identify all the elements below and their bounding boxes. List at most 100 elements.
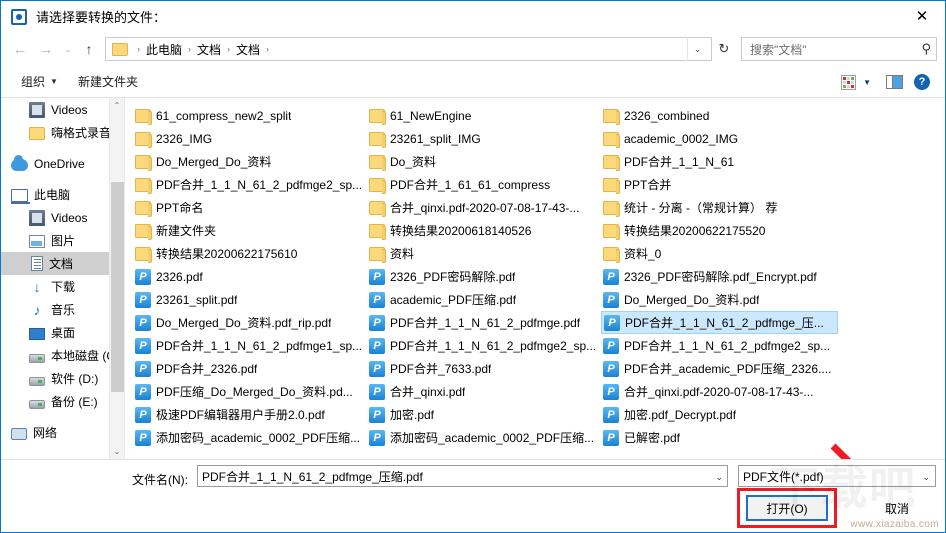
file-row[interactable]: PPT合并 — [599, 173, 844, 196]
breadcrumb-item-0[interactable]: 此电脑 — [146, 41, 182, 58]
file-row[interactable]: PDF合并_1_61_61_compress — [365, 173, 599, 196]
file-row[interactable]: 2326_combined — [599, 104, 844, 127]
file-row[interactable]: PPT命名 — [131, 196, 365, 219]
file-row[interactable]: academic_0002_IMG — [599, 127, 844, 150]
file-row[interactable]: 合并_qinxi.pdf-2020-07-08-17-43-... — [365, 196, 599, 219]
cancel-button[interactable]: 取消 — [856, 495, 938, 521]
refresh-icon[interactable]: ↻ — [712, 37, 736, 61]
file-row[interactable]: P 合并_qinxi.pdf-2020-07-08-17-43-... — [599, 380, 844, 403]
breadcrumb-separator: › — [137, 44, 140, 54]
chevron-down-icon[interactable]: ⌄ — [922, 466, 930, 488]
up-button[interactable]: ↑ — [77, 36, 101, 62]
file-row[interactable]: P 添加密码_academic_0002_PDF压缩... — [365, 426, 599, 449]
sidebar-item-6[interactable]: 文档 — [1, 252, 124, 275]
filetype-select[interactable]: PDF文件(*.pdf) ⌄ — [738, 465, 936, 487]
scrollbar-thumb[interactable] — [111, 182, 124, 392]
new-folder-button[interactable]: 新建文件夹 — [72, 70, 144, 93]
folder-icon — [603, 131, 620, 148]
file-row[interactable]: P 2326.pdf — [131, 265, 365, 288]
sidebar-item-3[interactable]: 此电脑 — [1, 183, 124, 206]
scroll-up-icon[interactable]: ⌃ — [110, 98, 124, 113]
file-name: 转换结果20200618140526 — [390, 224, 532, 238]
file-row[interactable]: P 添加密码_academic_0002_PDF压缩... — [131, 426, 365, 449]
sidebar-item-7[interactable]: ↓ 下载 — [1, 275, 124, 298]
sidebar-item-2[interactable]: OneDrive — [1, 152, 124, 175]
search-icon: ⚲ — [921, 41, 931, 56]
file-row[interactable]: 61_compress_new2_split — [131, 104, 365, 127]
file-name: 统计 - 分离 -（常规计算） 荐 — [624, 201, 778, 215]
chevron-down-icon[interactable]: ⌄ — [687, 37, 707, 61]
file-row[interactable]: 资料_0 — [599, 242, 844, 265]
sidebar-item-label: OneDrive — [34, 156, 85, 171]
file-row[interactable]: P 已解密.pdf — [599, 426, 844, 449]
filename-input[interactable]: PDF合并_1_1_N_61_2_pdfmge_压缩.pdf ⌄ — [197, 465, 728, 487]
file-list-pane[interactable]: 61_compress_new2_split 2326_IMG Do_Merged_… — [125, 98, 945, 459]
file-row[interactable]: P PDF合并_1_1_N_61_2_pdfmge1_sp... — [131, 334, 365, 357]
breadcrumb-item-2[interactable]: 文档 — [236, 41, 260, 58]
back-button[interactable]: ← — [7, 36, 33, 62]
file-row[interactable]: P 合并_qinxi.pdf — [365, 380, 599, 403]
chevron-down-icon[interactable]: ⌄ — [715, 466, 723, 488]
sidebar-item-8[interactable]: ♪ 音乐 — [1, 298, 124, 321]
open-button[interactable]: 打开(O) — [746, 495, 828, 521]
file-row[interactable]: 转换结果20200618140526 — [365, 219, 599, 242]
sidebar-item-0[interactable]: Videos — [1, 98, 124, 121]
close-icon[interactable]: ✕ — [899, 1, 945, 31]
file-row[interactable]: P PDF合并_2326.pdf — [131, 357, 365, 380]
file-row[interactable]: 23261_split_IMG — [365, 127, 599, 150]
file-name: 2326_PDF密码解除.pdf_Encrypt.pdf — [624, 270, 817, 284]
file-row[interactable]: P 2326_PDF密码解除.pdf — [365, 265, 599, 288]
sidebar-item-9[interactable]: 桌面 — [1, 321, 124, 344]
file-row[interactable]: P PDF合并_1_1_N_61_2_pdfmge.pdf — [365, 311, 599, 334]
preview-pane-icon[interactable] — [881, 70, 907, 94]
sidebar-item-12[interactable]: 备份 (E:) — [1, 390, 124, 413]
sidebar-item-4[interactable]: Videos — [1, 206, 124, 229]
file-row[interactable]: P 加密.pdf_Decrypt.pdf — [599, 403, 844, 426]
file-row[interactable]: P 加密.pdf — [365, 403, 599, 426]
file-name: 2326.pdf — [156, 269, 203, 284]
sidebar-item-5[interactable]: 图片 — [1, 229, 124, 252]
file-row[interactable]: P 极速PDF编辑器用户手册2.0.pdf — [131, 403, 365, 426]
scroll-down-icon[interactable]: ⌄ — [110, 444, 124, 459]
help-icon[interactable]: ? — [909, 70, 935, 94]
file-row[interactable]: PDF合并_1_1_N_61_2_pdfmge2_sp... — [131, 173, 365, 196]
file-row[interactable]: 61_NewEngine — [365, 104, 599, 127]
breadcrumb[interactable]: › 此电脑 › 文档 › 文档 › ⌄ — [105, 37, 712, 61]
file-row[interactable]: P Do_Merged_Do_资料.pdf_rip.pdf — [131, 311, 365, 334]
file-row[interactable]: P Do_Merged_Do_资料.pdf — [599, 288, 844, 311]
file-row[interactable]: 转换结果20200622175520 — [599, 219, 844, 242]
forward-button[interactable]: → — [33, 36, 59, 62]
sidebar-scrollbar[interactable]: ⌃ ⌄ — [109, 98, 124, 459]
file-row[interactable]: P PDF合并_academic_PDF压缩_2326.... — [599, 357, 844, 380]
file-row[interactable]: P PDF合并_1_1_N_61_2_pdfmge2_sp... — [599, 334, 844, 357]
file-row-selected[interactable]: P PDF合并_1_1_N_61_2_pdfmge_压... — [601, 311, 838, 334]
search-input[interactable]: 搜索"文档" ⚲ — [741, 37, 937, 61]
file-row[interactable]: 统计 - 分离 -（常规计算） 荐 — [599, 196, 844, 219]
grid-view-icon[interactable] — [835, 70, 861, 94]
file-row[interactable]: Do_Merged_Do_资料 — [131, 150, 365, 173]
file-row[interactable]: 新建文件夹 — [131, 219, 365, 242]
organize-button[interactable]: 组织 ▼ — [15, 70, 64, 93]
file-row[interactable]: 2326_IMG — [131, 127, 365, 150]
sidebar-item-label: 软件 (D:) — [51, 372, 99, 386]
sidebar-item-13[interactable]: 网络 — [1, 421, 124, 444]
file-row[interactable]: PDF合并_1_1_N_61 — [599, 150, 844, 173]
recent-locations-button[interactable]: ⌄ — [59, 36, 77, 62]
file-row[interactable]: 资料 — [365, 242, 599, 265]
breadcrumb-item-1[interactable]: 文档 — [197, 41, 221, 58]
file-row[interactable]: 转换结果20200622175610 — [131, 242, 365, 265]
sidebar-item-10[interactable]: 本地磁盘 (C — [1, 344, 124, 367]
chevron-down-icon[interactable]: ▼ — [863, 78, 871, 87]
sidebar-item-1[interactable]: 嗨格式录音大 — [1, 121, 124, 144]
file-row[interactable]: P PDF合并_1_1_N_61_2_pdfmge2_sp... — [365, 334, 599, 357]
sidebar-item-11[interactable]: 软件 (D:) — [1, 367, 124, 390]
file-row[interactable]: P 23261_split.pdf — [131, 288, 365, 311]
folder-icon — [112, 42, 128, 56]
file-row[interactable]: Pacademic_PDF压缩.pdf — [365, 288, 599, 311]
file-row[interactable]: P PDF合并_7633.pdf — [365, 357, 599, 380]
file-row[interactable]: P PDF压缩_Do_Merged_Do_资料.pd... — [131, 380, 365, 403]
watermark-url: www.xiazaiba.com — [850, 519, 939, 530]
file-name: 加密.pdf — [390, 408, 435, 422]
file-row[interactable]: Do_资料 — [365, 150, 599, 173]
file-row[interactable]: P 2326_PDF密码解除.pdf_Encrypt.pdf — [599, 265, 844, 288]
